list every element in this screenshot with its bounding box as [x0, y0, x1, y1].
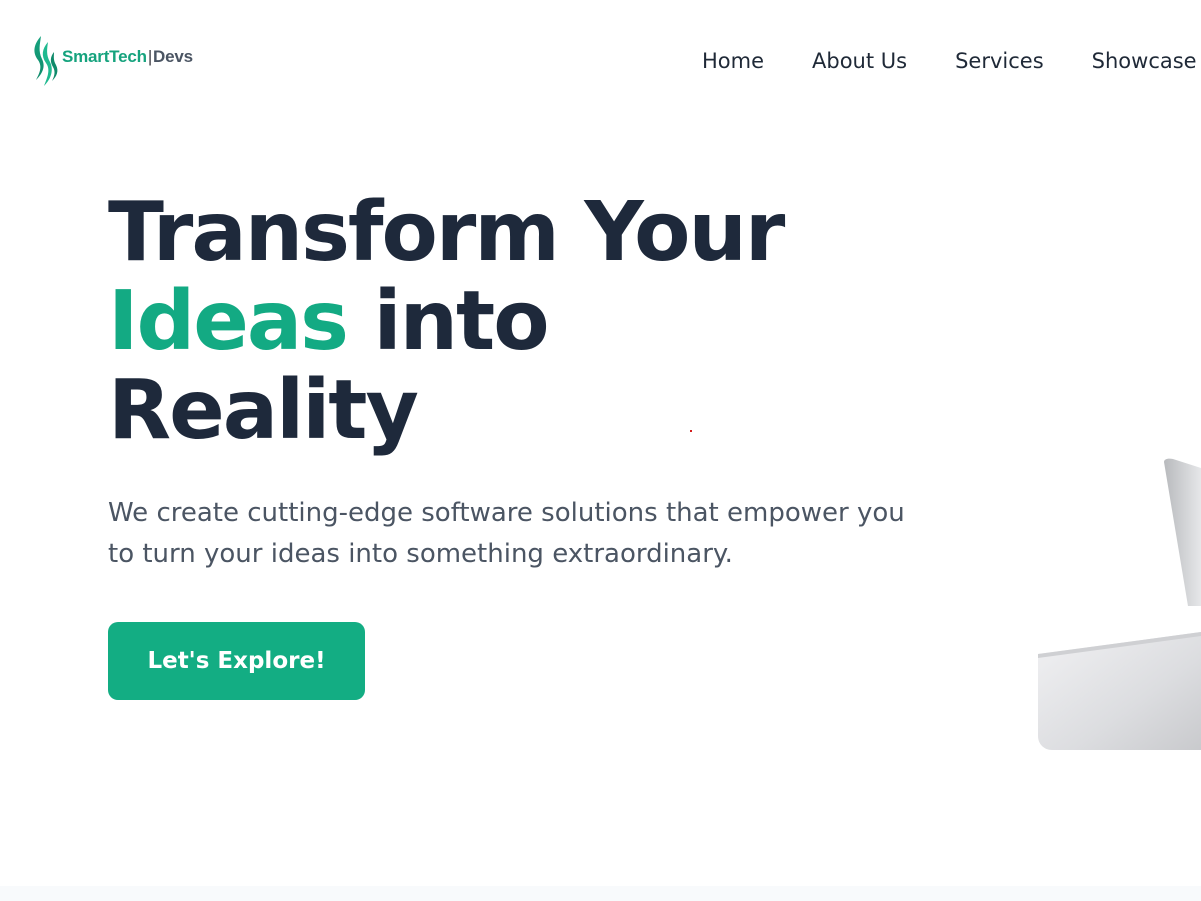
lets-explore-button[interactable]: Let's Explore!: [108, 622, 365, 700]
hero-title-accent: Ideas: [108, 274, 349, 369]
logo-suffix-text: Devs: [153, 47, 193, 66]
logo-brand-text: SmartTech: [62, 47, 147, 66]
site-logo[interactable]: SmartTech | Devs: [30, 34, 193, 88]
nav-item-services[interactable]: Services: [955, 44, 1044, 78]
laptop-illustration: [1038, 458, 1201, 750]
hero-title-line2: into: [346, 274, 550, 369]
logo-separator: |: [147, 47, 153, 66]
laptop-photo-image: [1038, 456, 1201, 750]
hero-title-line1: Transform Your: [108, 185, 785, 280]
site-header: SmartTech | Devs Home About Us Services Sh…: [0, 0, 1201, 120]
hero-title: Transform Your Ideas into Reality: [108, 188, 1008, 455]
smarttech-flame-logo-icon: [34, 36, 58, 86]
nav-item-home[interactable]: Home: [702, 44, 764, 78]
stray-dot: [690, 430, 692, 432]
nav-item-showcase[interactable]: Showcase: [1092, 44, 1197, 78]
logo-wordmark: SmartTech | Devs: [62, 47, 193, 67]
nav-item-about-us[interactable]: About Us: [812, 44, 907, 78]
main-nav: Home About Us Services Showcase: [702, 44, 1201, 78]
hero-subtitle: We create cutting-edge software solution…: [108, 498, 905, 569]
next-section-band: [0, 886, 1201, 901]
hero-title-line3: Reality: [108, 363, 419, 458]
